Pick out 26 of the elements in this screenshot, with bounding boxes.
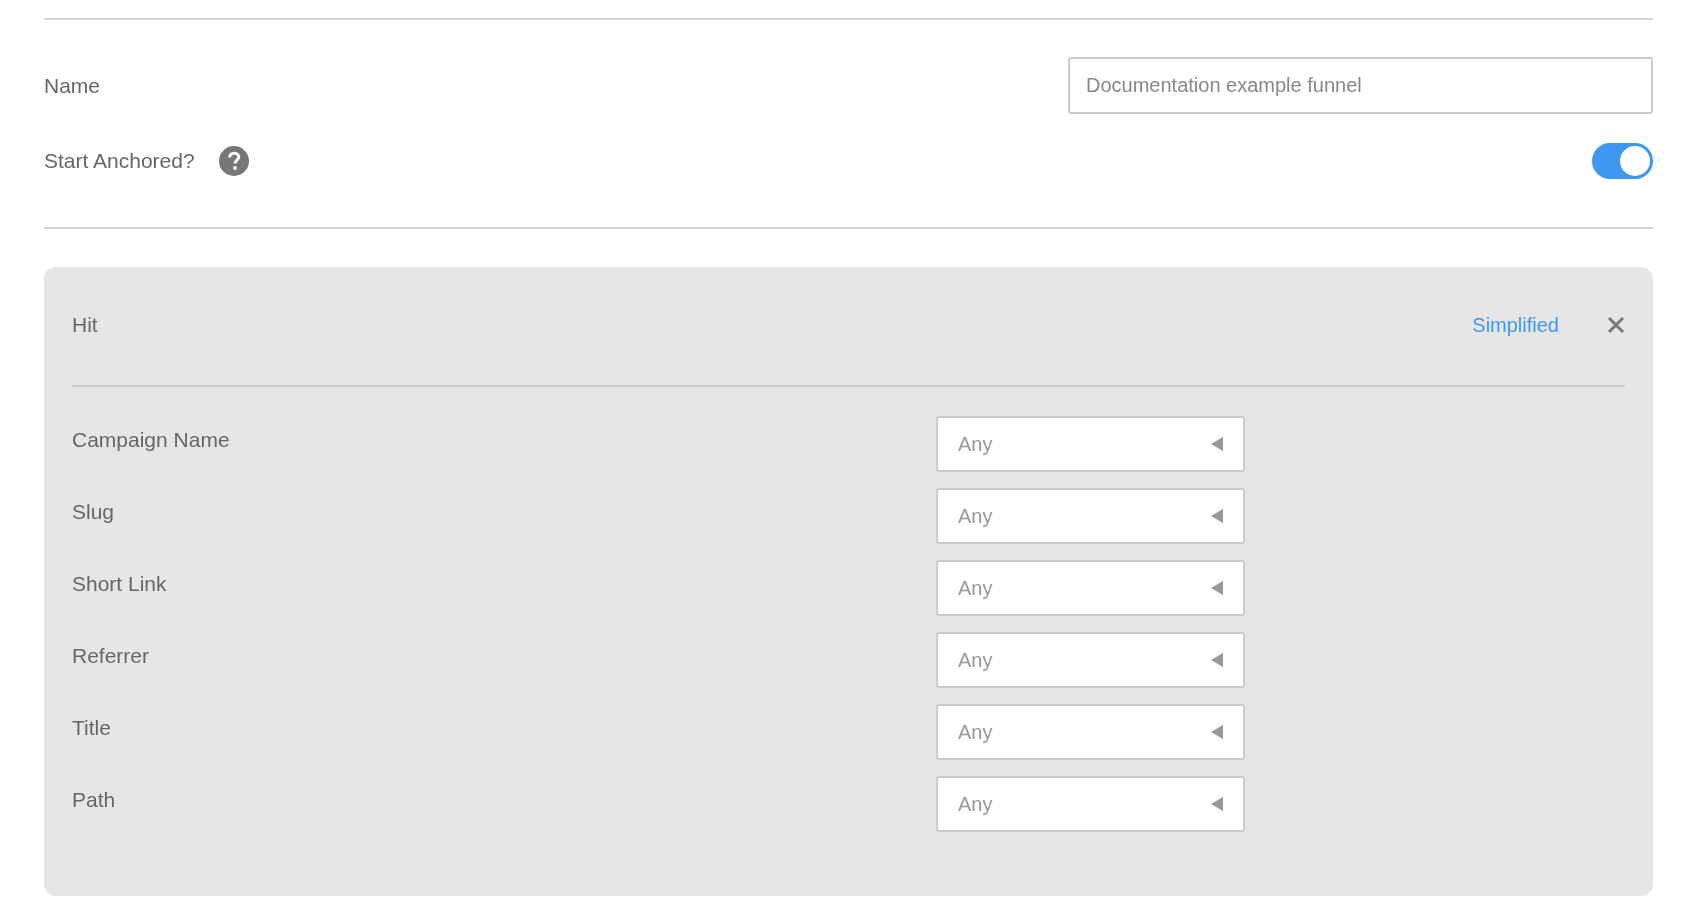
caret-icon — [1211, 653, 1223, 667]
filter-label: Title — [72, 716, 112, 740]
name-input[interactable]: Documentation example funnel — [1068, 57, 1653, 114]
step-title: Hit — [72, 313, 99, 337]
toggle-switch[interactable] — [1592, 143, 1653, 179]
filter-label: Campaign Name — [72, 428, 231, 452]
filter-label: Short Link — [72, 572, 168, 596]
close-button[interactable] — [1607, 316, 1625, 334]
caret-icon — [1211, 509, 1223, 523]
filter-dropdown[interactable]: Any — [936, 776, 1245, 832]
filter-dropdown[interactable]: Any — [936, 704, 1245, 760]
filter-label: Slug — [72, 500, 116, 524]
filter-dropdown[interactable]: Any — [936, 632, 1245, 688]
filter-label: Path — [72, 788, 117, 812]
filter-label: Referrer — [72, 644, 151, 668]
help-icon[interactable] — [218, 146, 249, 176]
filter-dropdown[interactable]: Any — [936, 488, 1245, 544]
field-label: Start Anchored? — [44, 149, 195, 173]
caret-icon — [1211, 797, 1223, 811]
field-label: Name — [44, 73, 101, 98]
caret-icon — [1211, 581, 1223, 595]
caret-icon — [1211, 437, 1223, 451]
filter-dropdown[interactable]: Any — [936, 416, 1245, 472]
caret-icon — [1211, 725, 1223, 739]
filter-dropdown[interactable]: Any — [936, 560, 1245, 616]
simplified-link[interactable]: Simplified — [1472, 313, 1559, 337]
